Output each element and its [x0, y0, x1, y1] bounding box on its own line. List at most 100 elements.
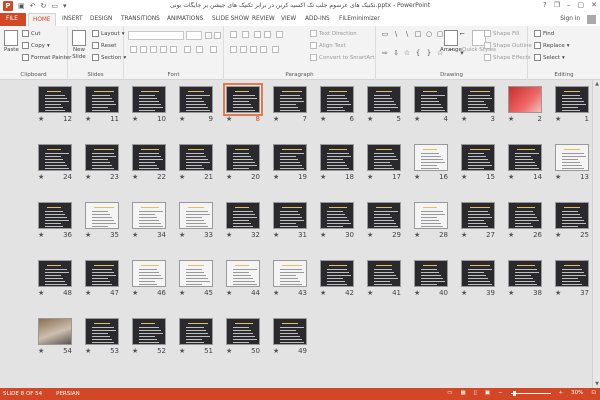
slide-thumbnail[interactable] [38, 318, 72, 345]
shape-fill-button[interactable]: Shape Fill [484, 30, 519, 37]
slide-thumbnail-wrap[interactable]: ★ 15 [461, 144, 495, 184]
slide-thumbnail[interactable] [508, 260, 542, 287]
slide-thumbnail[interactable] [132, 318, 166, 345]
slide-thumbnail-wrap[interactable]: ★ 21 [179, 144, 213, 184]
slide-thumbnail[interactable] [461, 86, 495, 113]
slide-thumbnail[interactable] [555, 144, 589, 171]
cut-button[interactable]: Cut [22, 30, 40, 37]
slide-thumbnail[interactable] [367, 202, 401, 229]
find-button[interactable]: Find [534, 30, 554, 37]
slide-thumbnail[interactable] [179, 144, 213, 171]
transition-star-icon[interactable]: ★ [320, 173, 326, 181]
slide-thumbnail-wrap[interactable]: ★ 26 [508, 202, 542, 242]
slide-sorter-view-icon[interactable]: ▦ [461, 390, 466, 396]
transition-star-icon[interactable]: ★ [414, 289, 420, 297]
slide-thumbnail[interactable] [273, 318, 307, 345]
tab-design[interactable]: DESIGN [90, 13, 112, 26]
transition-star-icon[interactable]: ★ [320, 115, 326, 123]
reading-view-icon[interactable]: ▯ [474, 390, 477, 396]
slide-thumbnail[interactable] [132, 86, 166, 113]
slide-thumbnail-wrap[interactable]: ★ 48 [38, 260, 72, 300]
slide-thumbnail-wrap[interactable]: ★ 39 [461, 260, 495, 300]
slide-thumbnail-wrap[interactable]: ★ 31 [273, 202, 307, 242]
convert-smartart-button[interactable]: Convert to SmartArt [310, 54, 375, 61]
transition-star-icon[interactable]: ★ [367, 173, 373, 181]
slide-thumbnail[interactable] [179, 318, 213, 345]
slide-thumbnail-wrap[interactable]: ★ 2 [508, 86, 542, 126]
slide-thumbnail[interactable] [85, 202, 119, 229]
tab-add-ins[interactable]: ADD-INS [305, 13, 330, 26]
slide-thumbnail[interactable] [320, 86, 354, 113]
transition-star-icon[interactable]: ★ [226, 347, 232, 355]
slide-thumbnail-wrap[interactable]: ★ 29 [367, 202, 401, 242]
avatar[interactable] [587, 15, 596, 24]
format-painter-button[interactable]: Format Painter [22, 54, 71, 61]
slide-thumbnail[interactable] [132, 202, 166, 229]
slide-thumbnail-wrap[interactable]: ★ 41 [367, 260, 401, 300]
shape-effects-button[interactable]: Shape Effects [484, 54, 531, 61]
slide-thumbnail-wrap[interactable]: ★ 19 [273, 144, 307, 184]
slide-thumbnail[interactable] [461, 202, 495, 229]
slide-thumbnail[interactable] [273, 260, 307, 287]
slide-thumbnail[interactable] [273, 86, 307, 113]
transition-star-icon[interactable]: ★ [555, 115, 561, 123]
slide-thumbnail-wrap[interactable]: ★ 5 [367, 86, 401, 126]
transition-star-icon[interactable]: ★ [132, 347, 138, 355]
slide-thumbnail-wrap[interactable]: ★ 4 [414, 86, 448, 126]
slide-thumbnail-wrap[interactable]: ★ 22 [132, 144, 166, 184]
slide-thumbnail[interactable] [85, 86, 119, 113]
start-slideshow-icon[interactable]: ▭ [51, 1, 58, 11]
transition-star-icon[interactable]: ★ [555, 289, 561, 297]
slide-thumbnail[interactable] [132, 144, 166, 171]
transition-star-icon[interactable]: ★ [273, 173, 279, 181]
tab-file[interactable]: FILE [0, 13, 26, 26]
transition-star-icon[interactable]: ★ [85, 173, 91, 181]
transition-star-icon[interactable]: ★ [38, 347, 44, 355]
bullets-icon[interactable] [230, 31, 237, 38]
slide-thumbnail[interactable] [508, 86, 542, 113]
shadow-icon[interactable] [170, 46, 177, 53]
align-center-icon[interactable] [240, 46, 247, 53]
tab-fileminimizer[interactable]: FILEminimizer [339, 13, 380, 26]
slide-thumbnail-wrap[interactable]: ★ 1 [555, 86, 589, 126]
slide-thumbnail-wrap[interactable]: ★ 7 [273, 86, 307, 126]
slide-thumbnail[interactable] [273, 202, 307, 229]
customize-qat-icon[interactable]: ▾ [63, 1, 67, 11]
redo-icon[interactable]: ↻ [41, 1, 47, 11]
italic-icon[interactable] [140, 46, 147, 53]
vertical-scrollbar[interactable]: ▲ ▼ [592, 80, 600, 388]
slide-thumbnail[interactable] [320, 202, 354, 229]
slide-thumbnail-wrap[interactable]: ★ 27 [461, 202, 495, 242]
transition-star-icon[interactable]: ★ [508, 231, 514, 239]
slide-thumbnail-wrap[interactable]: ★ 54 [38, 318, 72, 358]
zoom-slider[interactable] [510, 390, 551, 396]
transition-star-icon[interactable]: ★ [132, 231, 138, 239]
slide-thumbnail-wrap[interactable]: ★ 25 [555, 202, 589, 242]
slide-thumbnail[interactable] [414, 144, 448, 171]
slide-thumbnail-wrap[interactable]: ★ 43 [273, 260, 307, 300]
transition-star-icon[interactable]: ★ [179, 347, 185, 355]
slide-thumbnail[interactable] [226, 318, 260, 345]
arrow-down-icon[interactable]: ⇩ [391, 48, 401, 66]
transition-star-icon[interactable]: ★ [38, 115, 44, 123]
slide-thumbnail-wrap[interactable]: ★ 30 [320, 202, 354, 242]
transition-star-icon[interactable]: ★ [226, 289, 232, 297]
transition-star-icon[interactable]: ★ [179, 173, 185, 181]
slide-thumbnail-wrap[interactable]: ★ 6 [320, 86, 354, 126]
slide-thumbnail-wrap[interactable]: ★ 10 [132, 86, 166, 126]
select-button[interactable]: Select ▾ [534, 54, 565, 61]
slideshow-view-icon[interactable]: ▣ [485, 390, 490, 396]
transition-star-icon[interactable]: ★ [226, 115, 232, 123]
justify-icon[interactable] [260, 46, 267, 53]
slide-thumbnail-wrap[interactable]: ★ 44 [226, 260, 260, 300]
transition-star-icon[interactable]: ★ [508, 173, 514, 181]
change-case-icon[interactable] [196, 46, 203, 53]
transition-star-icon[interactable]: ★ [132, 289, 138, 297]
slide-thumbnail[interactable] [555, 202, 589, 229]
oval-icon[interactable]: ○ [424, 29, 434, 47]
increase-font-icon[interactable] [205, 32, 212, 39]
slide-thumbnail-wrap[interactable]: ★ 36 [38, 202, 72, 242]
tab-transitions[interactable]: TRANSITIONS [121, 13, 160, 26]
slide-thumbnail-wrap[interactable]: ★ 42 [320, 260, 354, 300]
arrow-right-icon[interactable]: ⇨ [380, 48, 390, 66]
